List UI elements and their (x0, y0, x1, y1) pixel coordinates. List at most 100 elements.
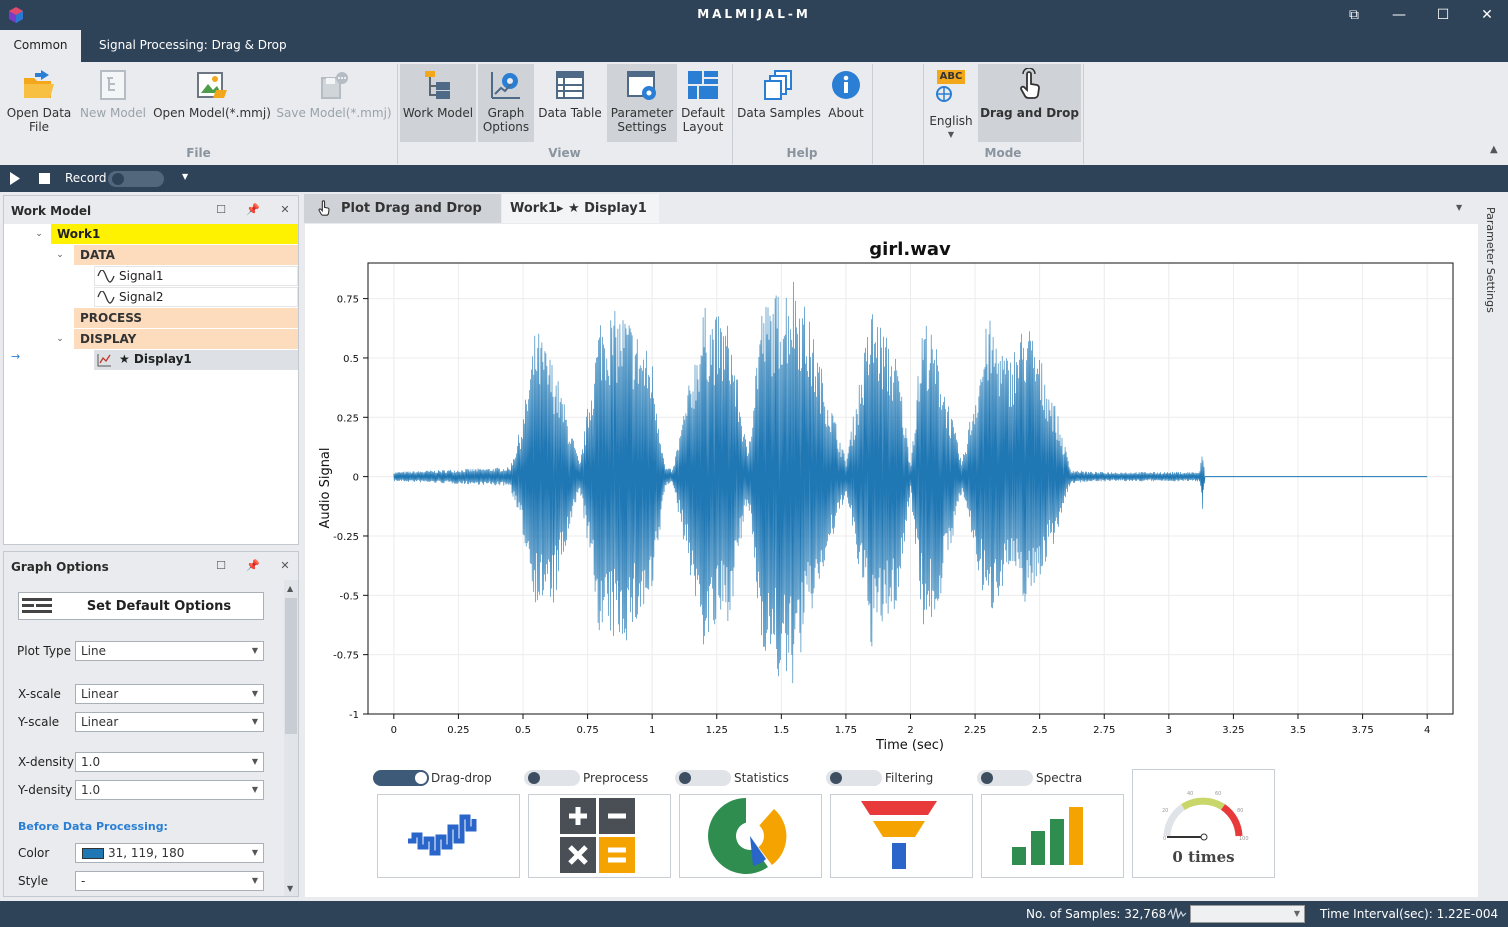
new-model-button[interactable]: New Model (78, 64, 148, 142)
statistics-card[interactable] (679, 794, 822, 878)
record-toggle[interactable] (108, 171, 164, 187)
close-button[interactable]: ✕ (1472, 4, 1502, 26)
record-dropdown-icon[interactable]: ▼ (182, 172, 188, 181)
chevron-down-icon: ▼ (251, 717, 258, 726)
collapse-toggle-icon[interactable]: ⌄ (33, 224, 45, 244)
y-scale-select[interactable]: Linear ▼ (75, 712, 264, 732)
collapse-toggle-icon[interactable]: ⌄ (54, 245, 66, 265)
default-layout-button[interactable]: Default Layout (679, 64, 727, 142)
samples-count: No. of Samples: 32,768 (1026, 907, 1167, 921)
tree-node-display1[interactable]: ★ Display1 (94, 350, 298, 370)
data-samples-icon (764, 70, 792, 100)
color-value: 31, 119, 180 (108, 846, 185, 860)
tree-node-signal1[interactable]: Signal1 (94, 266, 298, 286)
panel-float-icon[interactable]: ☐ (214, 559, 228, 573)
ribbon-tabs: Common Signal Processing: Drag & Drop (0, 30, 1508, 62)
panel-pin-icon[interactable]: 📌 (246, 559, 260, 573)
default-layout-icon (688, 71, 718, 99)
graph-options-body: Set Default Options Plot Type Line ▼ X-sc… (4, 580, 298, 896)
file-group-label: File (186, 146, 211, 160)
y-tick-label: -0.75 (333, 651, 359, 662)
options-scrollbar[interactable]: ▲ ▼ (284, 580, 298, 896)
doc-tab-display1[interactable]: Work1▸ ★ Display1 (502, 194, 659, 223)
gauge-tick-100: 100 (1239, 836, 1249, 842)
x-tick-label: 1 (649, 725, 655, 736)
chevron-down-icon: ▼ (251, 785, 258, 794)
scroll-up-icon[interactable]: ▲ (287, 584, 293, 593)
tree-node-data[interactable]: DATA (74, 245, 298, 265)
y-density-select[interactable]: 1.0 ▼ (75, 780, 264, 800)
y-tick-label: -0.25 (333, 532, 359, 543)
collapse-ribbon-icon[interactable]: ▲ (1490, 144, 1498, 155)
preprocess-toggle[interactable] (524, 770, 580, 786)
tab-list-dropdown-icon[interactable]: ▼ (1456, 203, 1462, 212)
waveform-chart[interactable]: girl.wav 0 0.25 0.5 0.75 1 1.25 1.5 1.75 2 2.25 2.… (305, 224, 1478, 769)
language-button[interactable]: ABC English ▼ (927, 64, 975, 142)
tree-node-process[interactable]: PROCESS (74, 308, 298, 328)
work-model-button[interactable]: Work Model (400, 64, 476, 142)
save-model-icon (321, 72, 348, 99)
tree-node-display[interactable]: DISPLAY (74, 329, 298, 349)
preprocess-card[interactable] (528, 794, 671, 878)
drag-and-drop-button[interactable]: Drag and Drop (978, 64, 1081, 142)
tab-signal-processing[interactable]: Signal Processing: Drag & Drop (83, 30, 303, 62)
statistics-toggle[interactable] (675, 770, 731, 786)
scroll-down-icon[interactable]: ▼ (287, 884, 293, 893)
spectra-toggle[interactable] (977, 770, 1033, 786)
color-select[interactable]: 31, 119, 180 ▼ (75, 843, 264, 863)
x-tick-label: 1.75 (835, 725, 857, 736)
save-model-button[interactable]: Save Model(*.mmj) (276, 64, 392, 142)
data-samples-button[interactable]: Data Samples (737, 64, 821, 142)
parameter-settings-button[interactable]: Parameter Settings (607, 64, 677, 142)
filtering-card[interactable] (830, 794, 973, 878)
filtering-toggle[interactable] (826, 770, 882, 786)
panel-pin-icon[interactable]: 📌 (246, 203, 260, 217)
gauge-tick-0: 0 (1163, 836, 1166, 842)
hand-pointer-icon (1019, 68, 1040, 99)
set-default-options-button[interactable]: Set Default Options (18, 592, 264, 620)
parameter-settings-side-tab[interactable]: Parameter Settings (1484, 207, 1497, 313)
gauge-tick-40: 40 (1187, 791, 1193, 797)
hand-pointer-icon (318, 200, 330, 216)
plot-type-select[interactable]: Line ▼ (75, 641, 264, 661)
panel-close-icon[interactable]: ✕ (278, 559, 292, 573)
style-select[interactable]: - ▼ (75, 871, 264, 891)
about-button[interactable]: About (824, 64, 868, 142)
gauge-count: 0 times (1172, 848, 1235, 866)
doc-tab-drag-drop[interactable]: Plot Drag and Drop Data (304, 194, 501, 245)
x-scale-value: Linear (81, 687, 119, 701)
restore-layout-button[interactable]: ⧉ (1339, 4, 1369, 26)
drag-drop-card[interactable] (377, 794, 520, 878)
open-model-button[interactable]: Open Model(*.mmj) (153, 64, 271, 142)
panel-float-icon[interactable]: ☐ (214, 203, 228, 217)
maximize-button[interactable]: ☐ (1428, 4, 1458, 26)
graph-options-button[interactable]: Graph Options (478, 64, 534, 142)
open-data-file-button[interactable]: Open Data File (4, 64, 74, 142)
tree-node-work1[interactable]: Work1 (51, 224, 298, 244)
stop-icon[interactable] (39, 173, 50, 184)
collapse-toggle-icon[interactable]: ⌄ (54, 329, 66, 349)
chevron-down-icon: ▼ (251, 689, 258, 698)
play-icon[interactable] (9, 172, 21, 185)
tab-common[interactable]: Common (0, 30, 81, 62)
x-tick-label: 3.5 (1290, 725, 1306, 736)
open-data-file-label-1: Open Data (6, 106, 72, 120)
spectra-card[interactable] (981, 794, 1124, 878)
save-model-label: Save Model(*.mmj) (276, 106, 392, 120)
group-separator (1083, 64, 1084, 164)
status-dropdown[interactable]: ▼ (1190, 905, 1305, 923)
drag-drop-toggle[interactable] (373, 770, 429, 786)
scrollbar-thumb[interactable] (285, 598, 297, 734)
signal-wave-icon (408, 814, 477, 856)
plot-type-value: Line (81, 644, 107, 658)
ribbon: Open Data File New Model Open Model(*.mm… (0, 62, 1508, 165)
x-density-select[interactable]: 1.0 ▼ (75, 752, 264, 772)
data-table-button[interactable]: Data Table (536, 64, 604, 142)
tree-node-signal2[interactable]: Signal2 (94, 287, 298, 307)
open-model-label: Open Model(*.mmj) (153, 106, 271, 120)
open-folder-icon (24, 70, 54, 98)
time-interval: Time Interval(sec): 1.22E-004 (1320, 907, 1499, 921)
panel-close-icon[interactable]: ✕ (278, 203, 292, 217)
minimize-button[interactable]: — (1384, 4, 1414, 26)
x-scale-select[interactable]: Linear ▼ (75, 684, 264, 704)
